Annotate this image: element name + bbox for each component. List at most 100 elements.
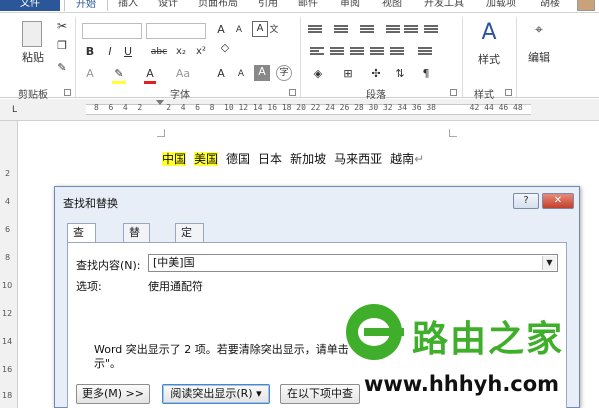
- subscript-button[interactable]: x₂: [174, 45, 188, 59]
- tab-addins[interactable]: 加载项: [486, 0, 516, 11]
- tab-replace[interactable]: 替换(P): [123, 223, 151, 275]
- help-button[interactable]: ?: [513, 193, 539, 209]
- font-name-field[interactable]: [82, 23, 142, 39]
- avatar[interactable]: [577, 0, 595, 11]
- text-effects-button[interactable]: A: [84, 67, 96, 81]
- tab-review[interactable]: 审阅: [340, 0, 360, 11]
- align-left-icon[interactable]: [310, 47, 324, 58]
- paragraph-launcher-icon[interactable]: [450, 89, 457, 96]
- enclose-char-icon[interactable]: 字: [276, 65, 292, 81]
- find-what-value: [中美]国: [153, 256, 195, 269]
- tab-references[interactable]: 引用: [258, 0, 278, 11]
- superscript-button[interactable]: x²: [194, 45, 208, 59]
- vertical-ruler-number: 18: [2, 391, 13, 400]
- close-button[interactable]: ✕: [542, 193, 574, 209]
- eraser-icon[interactable]: ◇: [218, 41, 232, 55]
- wen-label: 文: [269, 25, 279, 35]
- tab-design[interactable]: 设计: [158, 0, 178, 11]
- borders-icon[interactable]: ⊞: [340, 67, 356, 81]
- increase-indent-icon[interactable]: [404, 25, 418, 36]
- user-name[interactable]: 胡楼: [540, 0, 560, 11]
- highlight-color-button[interactable]: ✎: [112, 67, 126, 84]
- font-color-button[interactable]: A: [144, 67, 156, 84]
- shading-icon[interactable]: ◈: [310, 67, 326, 81]
- styles-button[interactable]: 样式: [474, 53, 504, 67]
- find-binoculars-icon[interactable]: ⌖: [524, 23, 554, 37]
- horizontal-ruler: L 8 6 4 2 2 4 6 8 10 12 14 16 18 20 22 2…: [0, 99, 599, 121]
- italic-button[interactable]: I: [104, 45, 116, 59]
- font-launcher-icon[interactable]: [289, 89, 296, 96]
- line-spacing-icon[interactable]: [418, 47, 432, 58]
- document-word[interactable]: 新加坡: [290, 152, 326, 166]
- grow-font-icon[interactable]: A: [214, 23, 228, 37]
- document-word[interactable]: 中国: [162, 152, 187, 166]
- margin-corner: [157, 129, 165, 137]
- sort-icon[interactable]: ⇅: [392, 67, 408, 81]
- decrease-indent-icon[interactable]: [386, 25, 400, 36]
- grow-font-2-icon[interactable]: A: [214, 67, 228, 81]
- underline-button[interactable]: U: [122, 45, 134, 59]
- options-label: 选项:: [76, 280, 102, 293]
- styles-launcher-icon[interactable]: [505, 89, 512, 96]
- tab-find[interactable]: 查找(D): [67, 223, 97, 275]
- tab-selector[interactable]: L: [12, 105, 17, 115]
- reading-highlight-button[interactable]: 阅读突出显示(R) ▾: [162, 384, 270, 404]
- editing-button[interactable]: 编辑: [524, 51, 554, 65]
- format-painter-icon[interactable]: ✎: [55, 61, 69, 75]
- document-word[interactable]: 美国: [194, 152, 219, 166]
- document-word[interactable]: 马来西亚: [334, 152, 382, 166]
- document-word[interactable]: 越南: [390, 152, 414, 166]
- chinese-layout-icon[interactable]: [424, 25, 438, 36]
- vertical-ruler-number: 12: [2, 309, 13, 318]
- font-size-field[interactable]: [146, 23, 206, 39]
- more-button[interactable]: 更多(M) >>: [76, 384, 150, 404]
- paste-button[interactable]: 粘贴: [18, 51, 48, 65]
- find-what-label: 查找内容(N):: [76, 259, 141, 272]
- align-right-icon[interactable]: [350, 47, 364, 58]
- vertical-ruler-number: 16: [2, 365, 13, 374]
- paste-icon[interactable]: [22, 21, 42, 47]
- tab-goto[interactable]: 定位(G): [175, 223, 205, 275]
- styles-icon[interactable]: A: [474, 19, 504, 47]
- asian-layout-icon[interactable]: ✣: [368, 67, 384, 81]
- cut-icon[interactable]: ✂: [55, 19, 69, 33]
- bold-button[interactable]: B: [84, 45, 96, 59]
- numbering-icon[interactable]: [334, 25, 348, 36]
- vertical-ruler-number: 10: [2, 281, 13, 290]
- find-what-input[interactable]: [中美]国 ▼: [148, 254, 558, 272]
- watermark-url: www.hhhyh.com: [364, 372, 560, 396]
- tab-view[interactable]: 视图: [382, 0, 402, 11]
- char-shading-button[interactable]: A: [254, 65, 270, 81]
- show-marks-icon[interactable]: ¶: [418, 67, 434, 81]
- clear-format-icon[interactable]: 文: [266, 23, 282, 37]
- vertical-ruler-number: 14: [2, 337, 13, 346]
- vertical-ruler-number: 6: [5, 225, 11, 234]
- indent-marker-icon[interactable]: [156, 100, 164, 105]
- ribbon: 粘贴 ✂ ❐ ✎ 剪贴板 A A A 文 B I U abc x₂ x² ◇ A…: [0, 12, 599, 101]
- tab-file[interactable]: 文件: [0, 0, 60, 11]
- strikethrough-button[interactable]: abc: [148, 45, 170, 59]
- vertical-ruler-number: 2: [5, 169, 11, 178]
- tab-insert[interactable]: 插入: [118, 0, 138, 11]
- document-word[interactable]: 德国: [226, 152, 250, 166]
- clipboard-launcher-icon[interactable]: [64, 89, 71, 96]
- justify-icon[interactable]: [370, 47, 384, 58]
- tab-home[interactable]: 开始: [64, 0, 108, 11]
- multilevel-list-icon[interactable]: [360, 25, 374, 36]
- change-case-button[interactable]: Aa: [172, 67, 194, 81]
- shrink-font-icon[interactable]: A: [232, 23, 246, 37]
- align-center-icon[interactable]: [330, 47, 344, 58]
- copy-icon[interactable]: ❐: [55, 39, 69, 53]
- paragraph-mark-icon: ↵: [414, 152, 425, 166]
- tab-developer[interactable]: 开发工具: [424, 0, 464, 11]
- distributed-icon[interactable]: [390, 47, 404, 58]
- tab-page-layout[interactable]: 页面布局: [198, 0, 238, 11]
- chevron-down-icon[interactable]: ▼: [542, 256, 556, 270]
- group-divider: [75, 17, 76, 97]
- shrink-font-2-icon[interactable]: A: [234, 67, 248, 81]
- tab-mailings[interactable]: 邮件: [298, 0, 318, 11]
- bullets-icon[interactable]: [308, 25, 322, 36]
- document-word[interactable]: 日本: [258, 152, 282, 166]
- group-divider: [300, 17, 301, 97]
- document-text-line[interactable]: 中国 美国 德国 日本 新加坡 马来西亚 越南↵: [162, 150, 432, 167]
